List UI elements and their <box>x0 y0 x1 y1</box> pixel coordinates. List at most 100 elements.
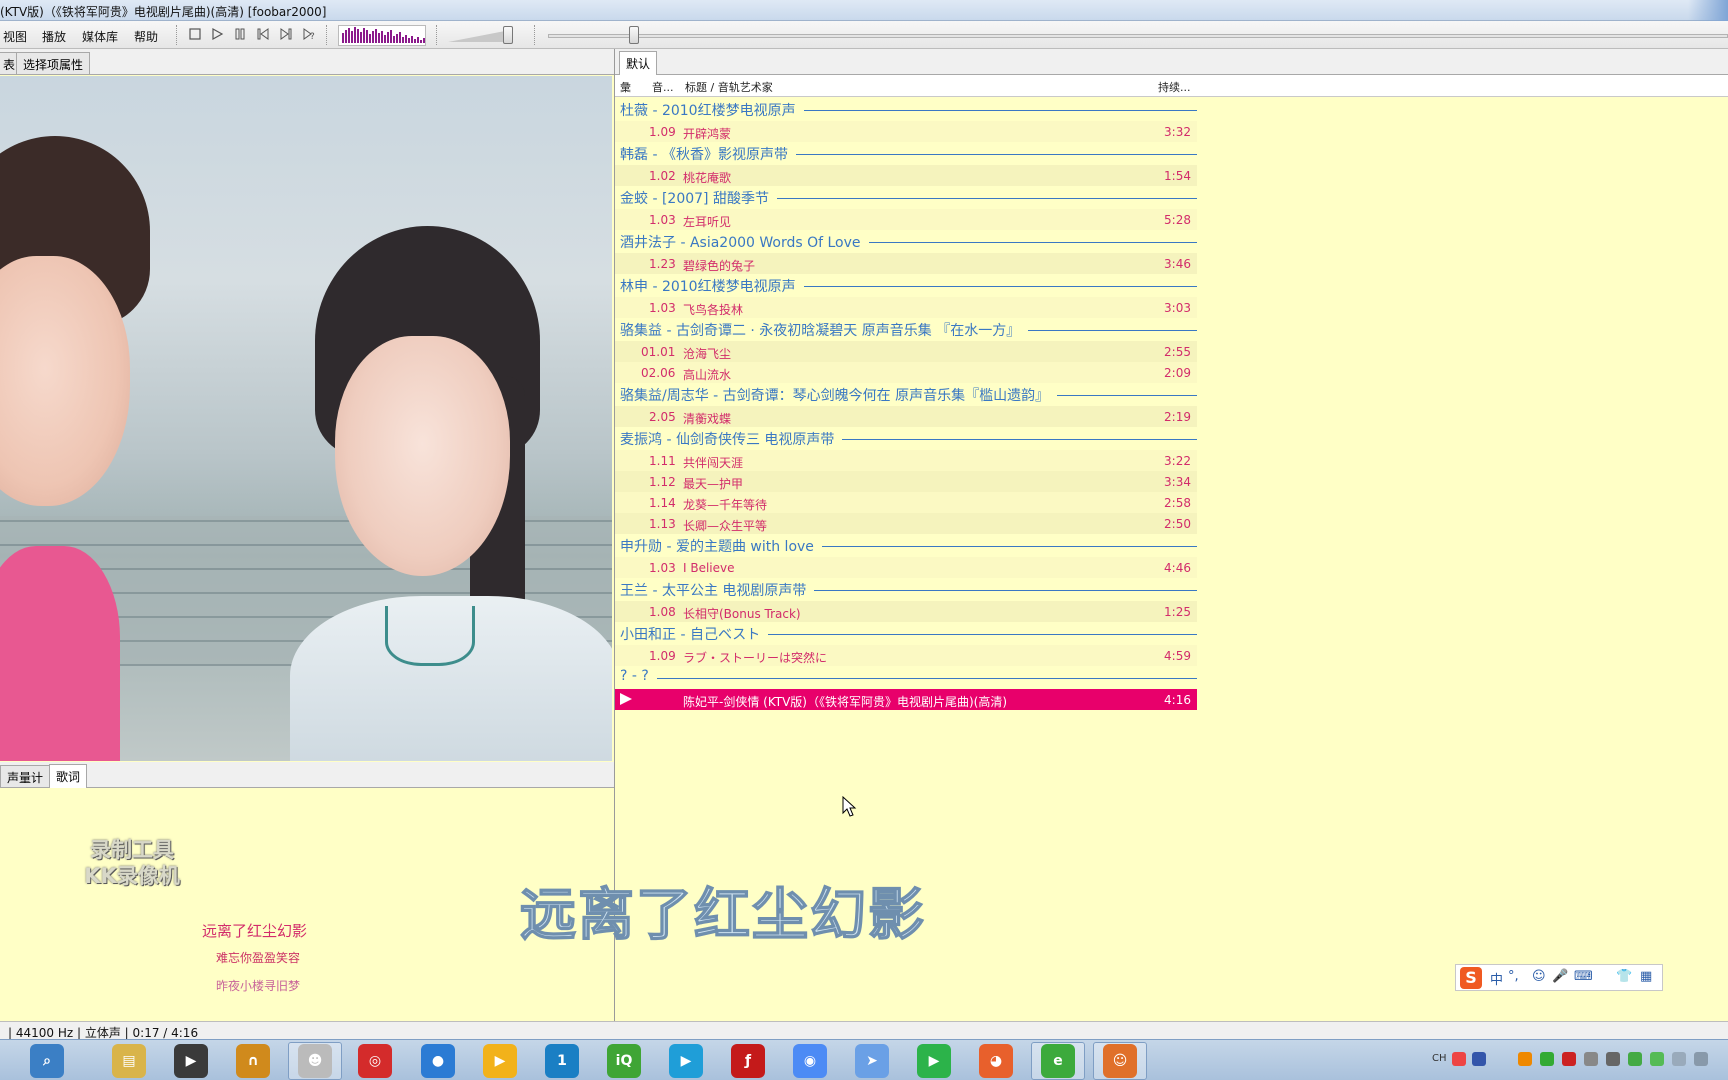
ime-punctuation[interactable]: °, <box>1508 969 1519 984</box>
tray-network-icon[interactable] <box>1584 1052 1598 1066</box>
track-row[interactable]: 1.02 桃花庵歌 1:54 <box>615 165 1197 186</box>
ime-voice-icon[interactable]: 🎤 <box>1552 969 1568 984</box>
iqiyi-icon[interactable]: iQ <box>607 1044 641 1078</box>
next-button[interactable] <box>277 27 294 43</box>
tray-misc-icon[interactable] <box>1650 1052 1664 1066</box>
watermark-line2: KK录像机 <box>84 864 180 888</box>
seek-bar[interactable] <box>548 34 1728 38</box>
menu-playback[interactable]: 播放 <box>42 28 66 45</box>
tray-help-icon[interactable] <box>1472 1052 1486 1066</box>
menu-library[interactable]: 媒体库 <box>82 28 118 45</box>
col-header-index[interactable]: 彙 <box>620 79 631 95</box>
now-playing-track-row[interactable]: 陈妃平-剑侠情 (KTV版)（《铁将军阿贵》电视剧片尾曲)(高清) 4:16 <box>615 689 1197 710</box>
taskbar-kk-recorder-button[interactable]: ☺ <box>1093 1042 1147 1080</box>
menu-help[interactable]: 帮助 <box>134 28 158 45</box>
stop-button[interactable] <box>186 27 203 43</box>
track-row[interactable]: 1.14 龙葵—千年等待 2:58 <box>615 492 1197 513</box>
tray-flash-icon[interactable] <box>1562 1052 1576 1066</box>
track-duration: 3:32 <box>1164 125 1191 139</box>
firefox-icon[interactable]: ◕ <box>979 1044 1013 1078</box>
playlist-group-header[interactable]: 申升勋 - 爱的主题曲 with love <box>615 534 1197 557</box>
media-player-icon[interactable]: ● <box>421 1044 455 1078</box>
playlist-group-header[interactable]: 麦振鸿 - 仙剑奇侠传三 电视原声带 <box>615 427 1197 450</box>
track-row[interactable]: 1.11 共伴闯天涯 3:22 <box>615 450 1197 471</box>
playlist-group-header[interactable]: ? - ? <box>615 666 1197 689</box>
tray-flag-icon[interactable] <box>1694 1052 1708 1066</box>
headphones-icon[interactable]: ∩ <box>236 1044 270 1078</box>
flash-icon[interactable]: ƒ <box>731 1044 765 1078</box>
track-row[interactable]: 1.13 长卿—众生平等 2:50 <box>615 513 1197 534</box>
sogou-ime-icon[interactable]: S <box>1460 967 1482 989</box>
tray-power-icon[interactable] <box>1672 1052 1686 1066</box>
col-header-track[interactable]: 音... <box>652 79 674 95</box>
seek-knob[interactable] <box>629 26 639 44</box>
playlist-group-header[interactable]: 酒井法子 - Asia2000 Words Of Love <box>615 230 1197 253</box>
playlist-group-header[interactable]: 骆集益/周志华 - 古剑奇谭：琴心剑魄今何在 原声音乐集『槛山遗韵』 <box>615 383 1197 406</box>
track-row[interactable]: 1.03 飞鸟各投林 3:03 <box>615 297 1197 318</box>
tray-language[interactable]: CH <box>1432 1053 1447 1064</box>
col-header-title[interactable]: 标题 / 音轨艺术家 <box>685 79 773 95</box>
playlist-group-header[interactable]: 金蛟 - [2007] 甜酸季节 <box>615 186 1197 209</box>
search-icon[interactable]: ⌕ <box>30 1044 64 1078</box>
tray-volume-icon[interactable] <box>1606 1052 1620 1066</box>
ime-toolbox-icon[interactable]: ▦ <box>1640 969 1652 984</box>
track-row[interactable]: 1.23 碧绿色的兔子 3:46 <box>615 253 1197 274</box>
track-row[interactable]: 1.08 长相守(Bonus Track) 1:25 <box>615 601 1197 622</box>
track-row[interactable]: 1.03 I Believe 4:46 <box>615 557 1197 578</box>
chrome-icon[interactable]: ◉ <box>793 1044 827 1078</box>
ime-keyboard-icon[interactable]: ⌨ <box>1574 969 1593 984</box>
track-row[interactable]: 1.09 ラブ・ストーリーは突然に 4:59 <box>615 645 1197 666</box>
bird-app-icon[interactable]: ➤ <box>855 1044 889 1078</box>
track-duration: 1:54 <box>1164 169 1191 183</box>
playlist-group-header[interactable]: 韩磊 - 《秋香》影视原声带 <box>615 142 1197 165</box>
player-app-icon[interactable]: ▶ <box>483 1044 517 1078</box>
col-header-duration[interactable]: 持续... <box>1158 79 1191 95</box>
volume-knob[interactable] <box>503 26 513 44</box>
track-row[interactable]: 01.01 沧海飞尘 2:55 <box>615 341 1197 362</box>
playlist-tabstrip: 默认 <box>615 49 1728 75</box>
previous-button[interactable] <box>254 27 271 43</box>
track-row[interactable]: 1.03 左耳听见 5:28 <box>615 209 1197 230</box>
tab-volume-meter[interactable]: 声量计 <box>0 765 51 787</box>
title-bar-glow <box>1688 0 1728 21</box>
play-store-icon[interactable]: ▶ <box>917 1044 951 1078</box>
group-divider-line <box>620 678 1197 679</box>
netease-music-icon[interactable]: ◎ <box>358 1044 392 1078</box>
group-title: 酒井法子 - Asia2000 Words Of Love <box>620 232 869 252</box>
ime-mode[interactable]: 中 <box>1490 969 1503 988</box>
track-title: 开辟鸿蒙 <box>683 127 732 141</box>
track-row[interactable]: 1.09 开辟鸿蒙 3:32 <box>615 121 1197 142</box>
ime-toolbar[interactable]: S 中 °, ☺ 🎤 ⌨ 👕 ▦ <box>1455 964 1663 991</box>
track-duration: 2:55 <box>1164 345 1191 359</box>
tab-selection-properties[interactable]: 选择项属性 <box>16 52 91 74</box>
video-editor-icon[interactable]: ▶ <box>174 1044 208 1078</box>
track-row[interactable]: 2.05 清蘅戏蝶 2:19 <box>615 406 1197 427</box>
track-row[interactable]: 1.12 最天—护甲 3:34 <box>615 471 1197 492</box>
track-row[interactable]: 02.06 高山流水 2:09 <box>615 362 1197 383</box>
playlist-group-header[interactable]: 骆集益 - 古剑奇谭二 · 永夜初晗凝碧天 原声音乐集 『在水一方』 <box>615 318 1197 341</box>
one-app-icon[interactable]: 1 <box>545 1044 579 1078</box>
youku-icon[interactable]: ▶ <box>669 1044 703 1078</box>
pause-button[interactable] <box>231 27 248 43</box>
track-duration: 3:46 <box>1164 257 1191 271</box>
random-button[interactable]: ? <box>300 27 317 43</box>
taskbar-ie-button[interactable]: e <box>1031 1042 1085 1080</box>
tray-update-icon[interactable] <box>1628 1052 1642 1066</box>
tray-app-icon[interactable] <box>1518 1052 1532 1066</box>
menu-view[interactable]: 视图 <box>3 28 27 45</box>
taskbar-foobar-button[interactable]: ☻ <box>288 1042 342 1080</box>
playlist-group-header[interactable]: 王兰 - 太平公主 电视剧原声带 <box>615 578 1197 601</box>
ime-emoji-icon[interactable]: ☺ <box>1532 969 1546 984</box>
play-button[interactable] <box>208 27 225 43</box>
playlist-group-header[interactable]: 杜薇 - 2010红楼梦电视原声 <box>615 98 1197 121</box>
tray-security-icon[interactable] <box>1540 1052 1554 1066</box>
playlist-group-header[interactable]: 小田和正 - 自己ベスト <box>615 622 1197 645</box>
tab-lyrics[interactable]: 歌词 <box>49 764 88 788</box>
track-number: 1.12 <box>649 475 676 489</box>
file-explorer-icon[interactable]: ▤ <box>112 1044 146 1078</box>
tray-sogou-icon[interactable] <box>1452 1052 1466 1066</box>
tab-default-playlist[interactable]: 默认 <box>619 51 658 75</box>
karaoke-subtitle: 远离了红尘幻影 <box>519 881 926 949</box>
ime-skin-icon[interactable]: 👕 <box>1616 969 1632 984</box>
playlist-group-header[interactable]: 林申 - 2010红楼梦电视原声 <box>615 274 1197 297</box>
